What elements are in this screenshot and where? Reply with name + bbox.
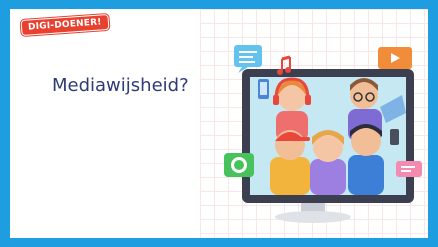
phone-right-icon bbox=[390, 129, 399, 145]
person-boy-cap bbox=[270, 130, 310, 195]
media-illustration bbox=[224, 45, 422, 223]
slide: DIGI-DOENER! Mediawijsheid? bbox=[10, 9, 428, 238]
video-play-icon bbox=[378, 47, 412, 69]
chat-bubble-icon bbox=[234, 45, 262, 73]
person-girl-center bbox=[310, 130, 346, 195]
phone-call-icon bbox=[224, 153, 254, 177]
message-icon bbox=[396, 161, 422, 177]
monitor-base bbox=[275, 211, 351, 223]
slide-title: Mediawijsheid? bbox=[52, 75, 189, 96]
brand-logo: DIGI-DOENER! bbox=[21, 15, 109, 35]
person-boy-front-right bbox=[348, 124, 384, 195]
